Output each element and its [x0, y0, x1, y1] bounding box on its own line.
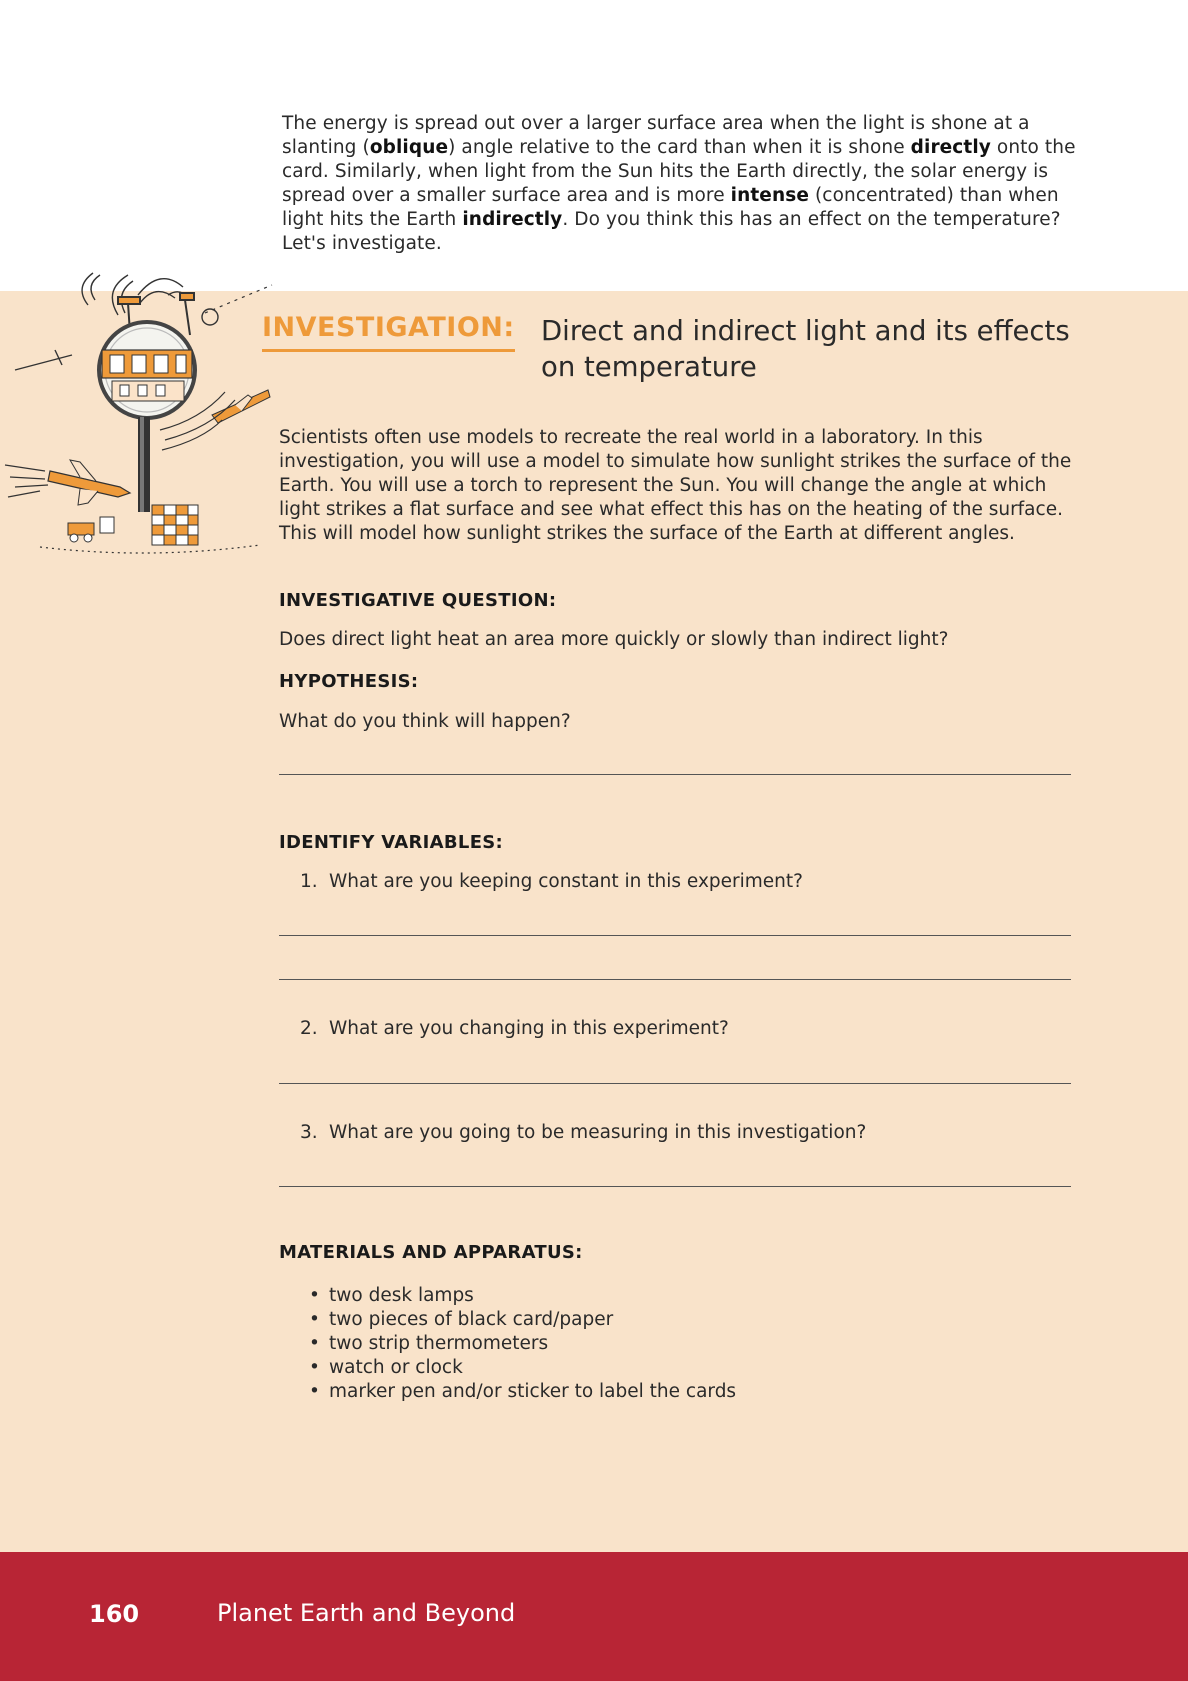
investigation-title: Direct and indirect light and its effect…: [541, 315, 1070, 383]
variable-question-number: 1.: [300, 871, 318, 892]
materials-list-item: marker pen and/or sticker to label the c…: [309, 1380, 736, 1404]
investigative-question-text: Does direct light heat an area more quic…: [279, 629, 949, 650]
intro-keyword: indirectly: [462, 209, 563, 230]
investigation-description: Scientists often use models to recreate …: [279, 427, 1072, 544]
variable-question-text: What are you going to be measuring in th…: [329, 1122, 867, 1143]
hypothesis-answer-line[interactable]: [279, 774, 1071, 775]
book-title: Planet Earth and Beyond: [217, 1599, 516, 1627]
page-footer: [0, 1552, 1188, 1681]
hypothesis-heading: HYPOTHESIS:: [279, 671, 419, 692]
materials-list-item: watch or clock: [309, 1356, 736, 1380]
variable-answer-line[interactable]: [279, 979, 1071, 980]
variable-question-text: What are you changing in this experiment…: [329, 1018, 729, 1039]
investigation-label: INVESTIGATION:: [262, 312, 515, 352]
intro-paragraph: The energy is spread out over a larger s…: [282, 112, 1082, 256]
intro-keyword: directly: [910, 137, 991, 158]
variable-question-number: 3.: [300, 1122, 318, 1143]
materials-list-item: two pieces of black card/paper: [309, 1308, 736, 1332]
hypothesis-prompt: What do you think will happen?: [279, 711, 571, 732]
materials-list-item: two desk lamps: [309, 1284, 736, 1308]
intro-keyword: intense: [730, 185, 809, 206]
investigative-question-heading: INVESTIGATIVE QUESTION:: [279, 590, 557, 611]
materials-list: two desk lamps two pieces of black card/…: [309, 1284, 736, 1404]
page-number: 160: [89, 1600, 140, 1628]
intro-keyword: oblique: [369, 137, 449, 158]
intro-text: ) angle relative to the card than when i…: [448, 137, 911, 158]
variable-question-number: 2.: [300, 1018, 318, 1039]
variable-answer-line[interactable]: [279, 1186, 1071, 1187]
identify-variables-heading: IDENTIFY VARIABLES:: [279, 832, 504, 853]
variable-question-text: What are you keeping constant in this ex…: [329, 871, 803, 892]
variable-answer-line[interactable]: [279, 935, 1071, 936]
materials-list-item: two strip thermometers: [309, 1332, 736, 1356]
variable-answer-line[interactable]: [279, 1083, 1071, 1084]
materials-heading: MATERIALS AND APPARATUS:: [279, 1242, 583, 1263]
magnifier-city-illustration: [4, 272, 273, 554]
